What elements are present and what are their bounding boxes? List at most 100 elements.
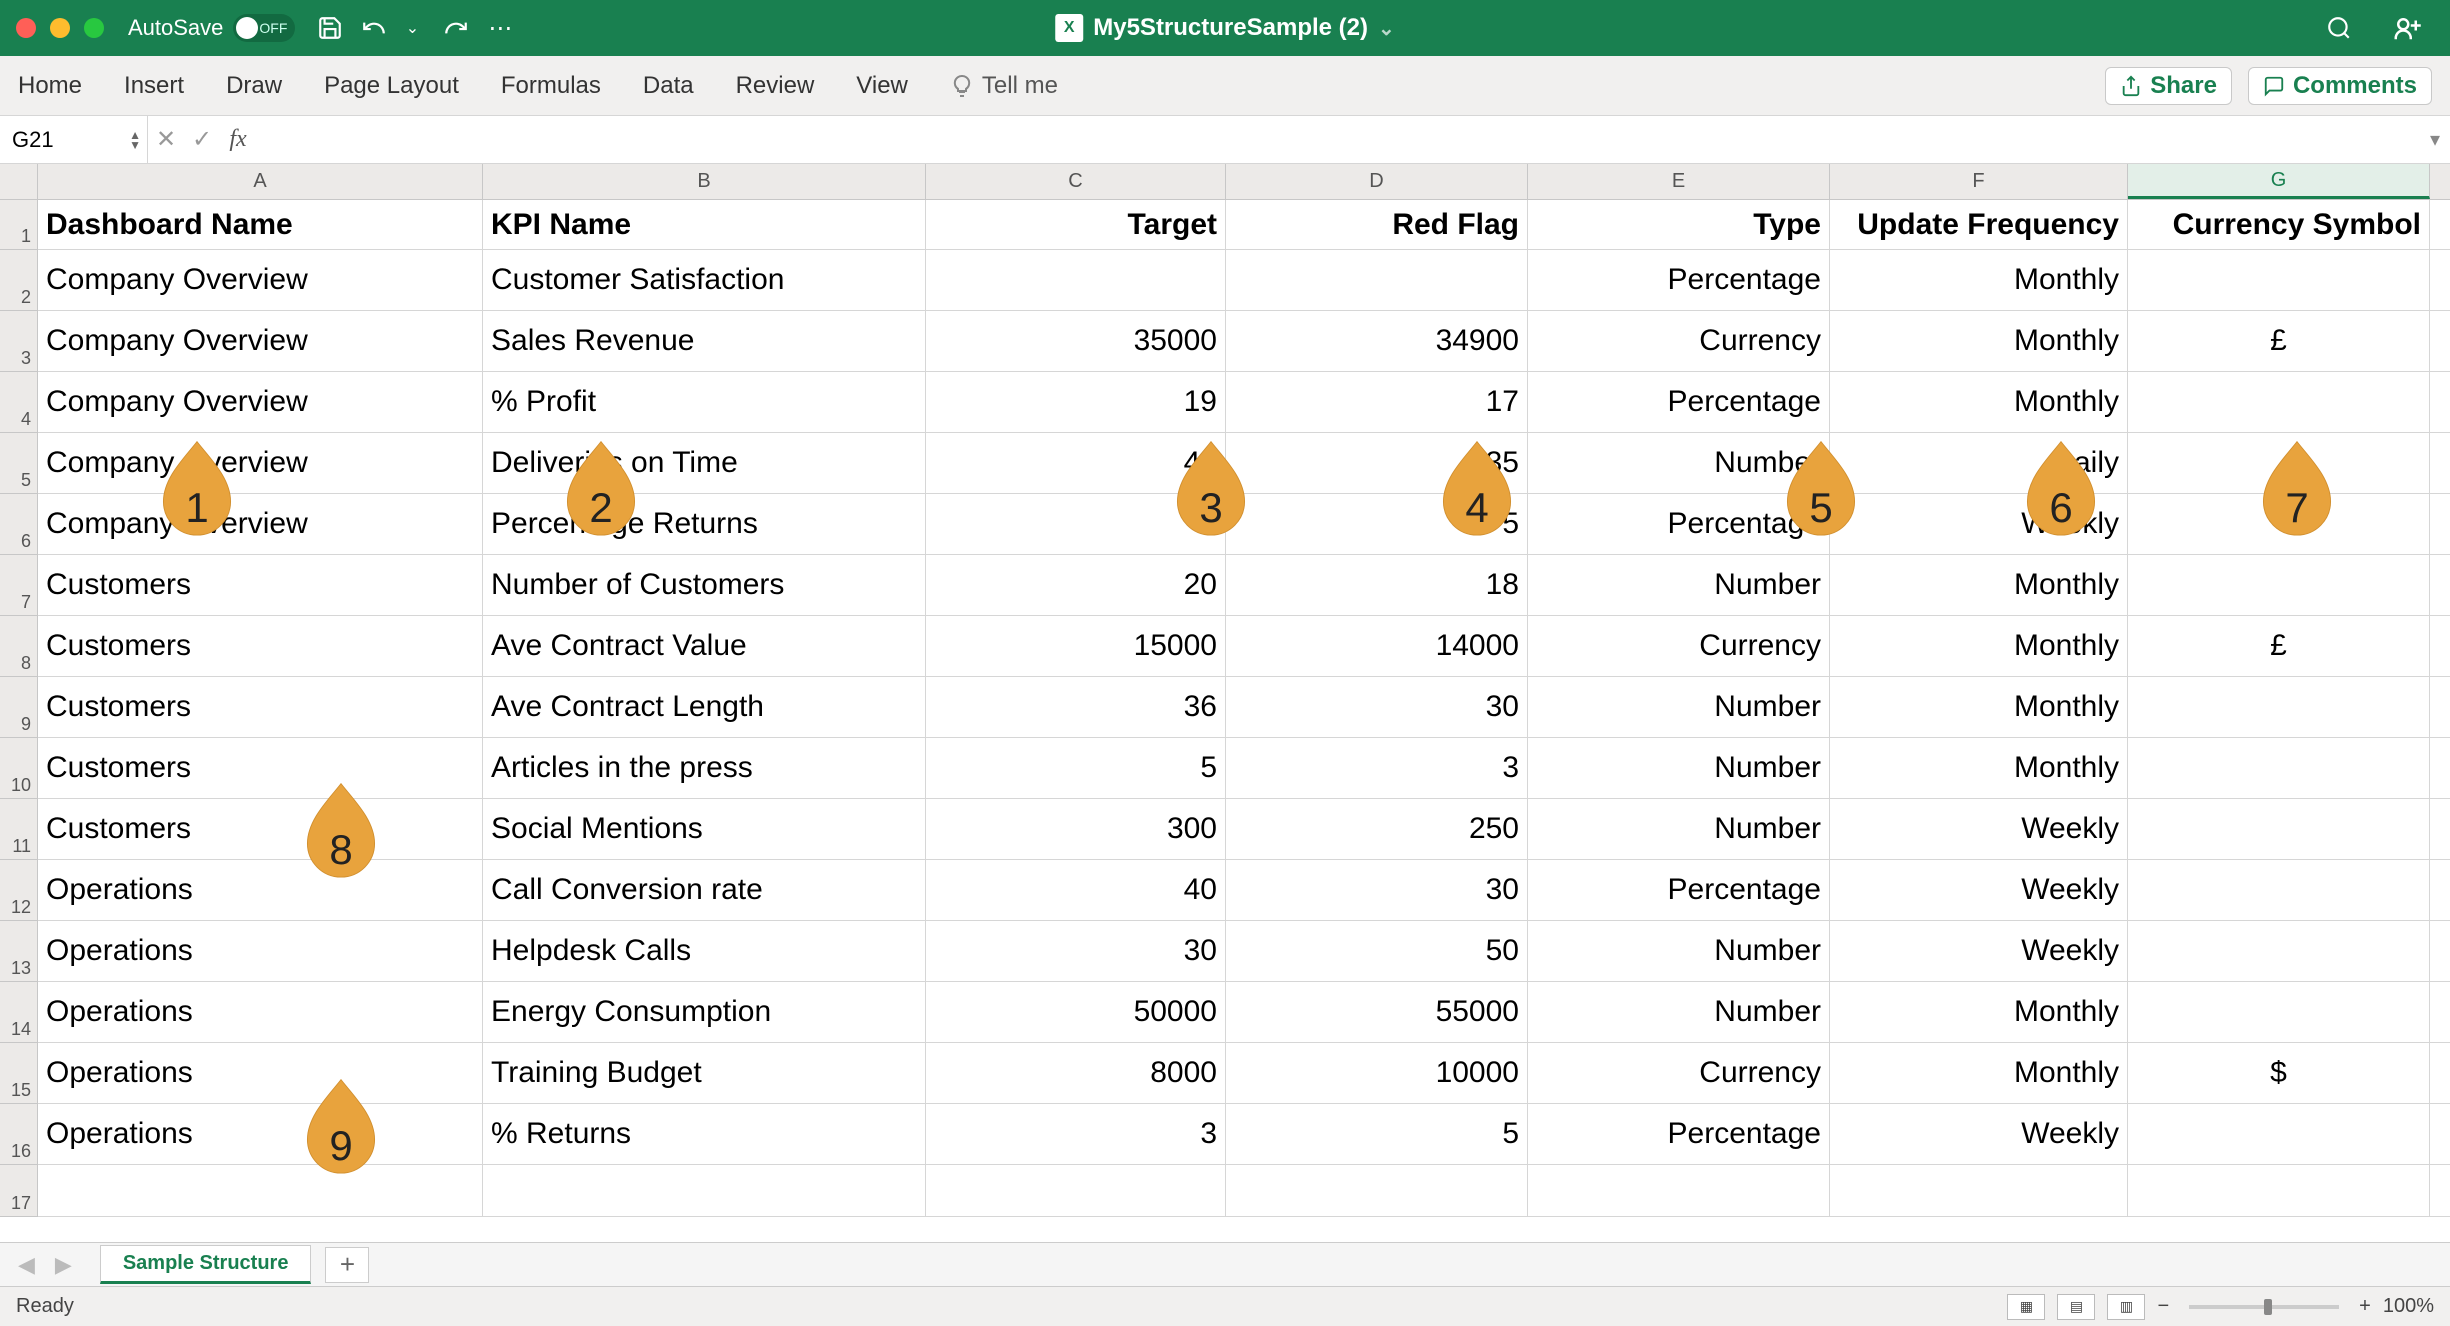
tell-me-search[interactable]: Tell me xyxy=(950,72,1058,100)
zoom-slider[interactable] xyxy=(2189,1305,2339,1309)
cell[interactable]: Company Overview xyxy=(38,250,483,310)
tab-insert[interactable]: Insert xyxy=(124,72,184,100)
cell[interactable]: Update Frequency xyxy=(1830,200,2128,249)
cell[interactable]: Percentage xyxy=(1528,860,1830,920)
cell[interactable]: Training Budget xyxy=(483,1043,926,1103)
cell[interactable]: Number xyxy=(1528,982,1830,1042)
cell[interactable] xyxy=(2128,1104,2430,1164)
cell[interactable]: Customer Satisfaction xyxy=(483,250,926,310)
row-header[interactable]: 7 xyxy=(0,555,38,616)
cell[interactable]: Operations xyxy=(38,921,483,981)
cell[interactable]: Number xyxy=(1528,677,1830,737)
cell[interactable]: Company Overview xyxy=(38,433,483,493)
share-button[interactable]: Share xyxy=(2105,67,2232,105)
cell[interactable]: 3 xyxy=(926,1104,1226,1164)
cancel-formula-icon[interactable]: ✕ xyxy=(154,125,178,154)
comments-button[interactable]: Comments xyxy=(2248,67,2432,105)
cell[interactable]: 50000 xyxy=(926,982,1226,1042)
cell[interactable]: Customers xyxy=(38,738,483,798)
cell[interactable]: Operations xyxy=(38,1104,483,1164)
row-header[interactable]: 10 xyxy=(0,738,38,799)
accept-formula-icon[interactable]: ✓ xyxy=(190,125,214,154)
cell[interactable]: Red Flag xyxy=(1226,200,1528,249)
row-header[interactable]: 4 xyxy=(0,372,38,433)
cell[interactable]: Helpdesk Calls xyxy=(483,921,926,981)
cell[interactable]: Weekly xyxy=(1830,799,2128,859)
cell[interactable]: Number of Customers xyxy=(483,555,926,615)
cell[interactable]: 15000 xyxy=(926,616,1226,676)
cell[interactable]: 5 xyxy=(1226,1104,1528,1164)
row-header[interactable]: 17 xyxy=(0,1165,38,1217)
cell[interactable]: 17 xyxy=(1226,372,1528,432)
tab-draw[interactable]: Draw xyxy=(226,72,282,100)
cell[interactable] xyxy=(2128,677,2430,737)
cell[interactable]: Monthly xyxy=(1830,555,2128,615)
view-page-layout-icon[interactable]: ▤ xyxy=(2057,1294,2095,1320)
cell[interactable]: Currency xyxy=(1528,616,1830,676)
cell[interactable]: Monthly xyxy=(1830,250,2128,310)
cell[interactable]: Weekly xyxy=(1830,921,2128,981)
row-header[interactable]: 3 xyxy=(0,311,38,372)
cell[interactable]: 250 xyxy=(1226,799,1528,859)
cell[interactable]: Operations xyxy=(38,982,483,1042)
row-header[interactable]: 2 xyxy=(0,250,38,311)
cell[interactable]: Deliveries on Time xyxy=(483,433,926,493)
cell[interactable]: 3 xyxy=(1226,738,1528,798)
cell[interactable]: Monthly xyxy=(1830,982,2128,1042)
tab-data[interactable]: Data xyxy=(643,72,694,100)
save-icon[interactable] xyxy=(313,11,347,45)
row-header[interactable]: 16 xyxy=(0,1104,38,1165)
cell[interactable]: Operations xyxy=(38,1043,483,1103)
select-all-corner[interactable] xyxy=(0,164,38,199)
close-window[interactable] xyxy=(16,18,36,38)
cell[interactable] xyxy=(1226,250,1528,310)
cell[interactable]: Customers xyxy=(38,555,483,615)
sheet-tab-active[interactable]: Sample Structure xyxy=(100,1245,312,1284)
share-people-icon[interactable] xyxy=(2390,11,2424,45)
cell[interactable]: Monthly xyxy=(1830,311,2128,371)
maximize-window[interactable] xyxy=(84,18,104,38)
cell[interactable] xyxy=(2128,982,2430,1042)
fx-icon[interactable]: fx xyxy=(226,126,250,153)
cell[interactable]: £ xyxy=(2128,616,2430,676)
cell[interactable]: Ave Contract Value xyxy=(483,616,926,676)
cell[interactable]: Monthly xyxy=(1830,1043,2128,1103)
tab-review[interactable]: Review xyxy=(736,72,815,100)
cell[interactable]: Customers xyxy=(38,616,483,676)
cell[interactable]: 50 xyxy=(1226,921,1528,981)
zoom-in-button[interactable]: + xyxy=(2359,1295,2371,1318)
cell[interactable] xyxy=(926,1165,1226,1216)
cell[interactable]: Currency xyxy=(1528,311,1830,371)
cell[interactable]: Call Conversion rate xyxy=(483,860,926,920)
cell[interactable]: Company Overview xyxy=(38,372,483,432)
cell[interactable]: 30 xyxy=(1226,677,1528,737)
cell[interactable]: 40 xyxy=(926,860,1226,920)
cell[interactable]: Target xyxy=(926,200,1226,249)
cell[interactable]: Number xyxy=(1528,799,1830,859)
view-normal-icon[interactable]: ▦ xyxy=(2007,1294,2045,1320)
cell[interactable]: Currency Symbol xyxy=(2128,200,2430,249)
cell[interactable]: 30 xyxy=(1226,860,1528,920)
cell[interactable]: Dashboard Name xyxy=(38,200,483,249)
cell[interactable]: Sales Revenue xyxy=(483,311,926,371)
cell[interactable]: 18 xyxy=(1226,555,1528,615)
cell[interactable]: Monthly xyxy=(1830,372,2128,432)
cell[interactable]: Type xyxy=(1528,200,1830,249)
tab-home[interactable]: Home xyxy=(18,72,82,100)
cell[interactable]: 35000 xyxy=(926,311,1226,371)
cell[interactable]: Percentage xyxy=(1528,1104,1830,1164)
cell[interactable]: % Profit xyxy=(483,372,926,432)
cell[interactable]: 36 xyxy=(926,677,1226,737)
cell[interactable] xyxy=(2128,738,2430,798)
cell[interactable] xyxy=(2128,1165,2430,1216)
cell[interactable]: 34900 xyxy=(1226,311,1528,371)
namebox-stepper-icon[interactable]: ▲▼ xyxy=(129,130,141,150)
cell[interactable]: Monthly xyxy=(1830,677,2128,737)
name-box[interactable]: G21 ▲▼ xyxy=(0,116,148,163)
redo-icon[interactable] xyxy=(439,11,473,45)
cell[interactable]: Weekly xyxy=(1830,860,2128,920)
row-header[interactable]: 5 xyxy=(0,433,38,494)
col-header-D[interactable]: D xyxy=(1226,164,1528,199)
cell[interactable]: Currency xyxy=(1528,1043,1830,1103)
row-header[interactable]: 11 xyxy=(0,799,38,860)
